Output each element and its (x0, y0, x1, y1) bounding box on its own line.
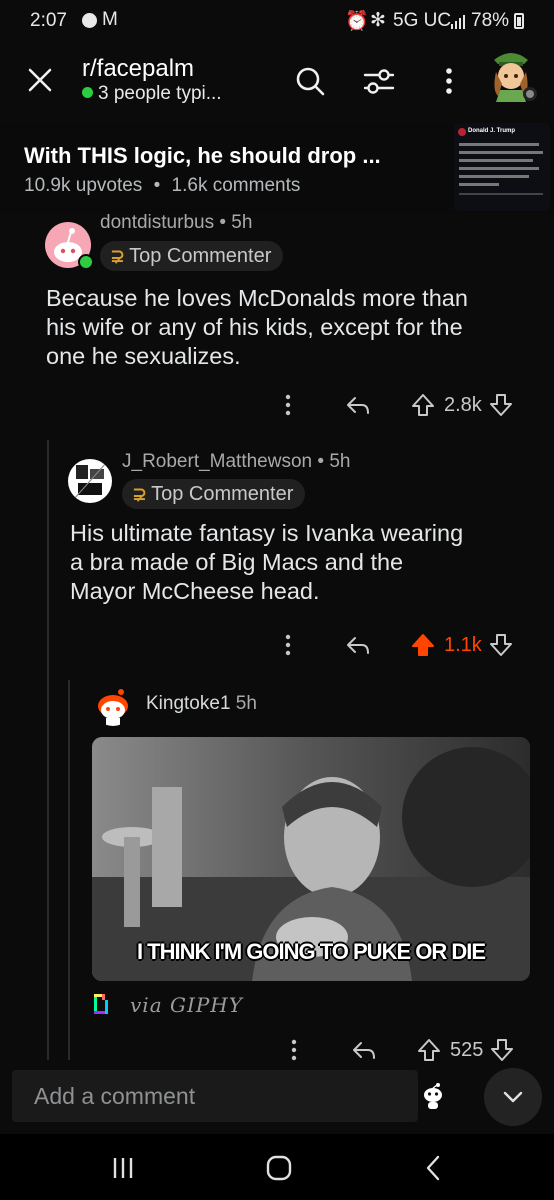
comment-count: 1.6k comments (171, 175, 301, 196)
comment-line: his wife or any of his kids, except for … (46, 314, 463, 340)
more-options-icon[interactable] (276, 631, 300, 659)
trophy-icon: ⊋ (132, 483, 148, 504)
comment-line: Mayor McCheese head. (70, 578, 320, 604)
manga-avatar-icon (73, 462, 107, 500)
thumb-text-line (459, 167, 539, 170)
bluetooth-icon: ✻ (370, 10, 386, 31)
username[interactable]: Kingtoke1 (146, 693, 231, 714)
comment-author[interactable]: dontdisturbus • 5h (100, 212, 252, 234)
network-label: 5G UC (393, 10, 452, 31)
vote-score: 2.8k (444, 393, 482, 416)
avatar[interactable] (68, 459, 112, 503)
snoo-avatar-icon (98, 689, 128, 726)
badge-label: Top Commenter (129, 244, 272, 267)
reply-icon[interactable] (344, 631, 372, 659)
top-commenter-badge: ⊋ Top Commenter (122, 479, 306, 509)
vote-score: 525 (450, 1038, 484, 1061)
reply-icon[interactable] (350, 1036, 378, 1064)
home-icon[interactable] (264, 1154, 294, 1182)
typing-indicator: 3 people typi... (82, 83, 222, 105)
thumb-text-line (459, 175, 529, 178)
post-stats: 10.9k upvotes • 1.6k comments (24, 175, 300, 197)
comment-age: • 5h (219, 212, 253, 233)
status-bar: 2:07 M ⏰ ✻ 5G UC 78% (0, 0, 554, 40)
gif-caption: I THINK I'M GOING TO PUKE OR DIE (136, 939, 486, 964)
post-thumbnail[interactable]: Donald J. Trump (454, 123, 550, 211)
add-comment-field[interactable]: Add a comment (12, 1070, 418, 1122)
badge-label: Top Commenter (151, 482, 294, 505)
scroll-down-button[interactable] (484, 1068, 542, 1126)
comment-age: • 5h (317, 451, 351, 472)
giphy-attribution: via GIPHY (130, 993, 243, 1017)
close-icon[interactable] (22, 62, 58, 98)
more-options-icon[interactable] (282, 1036, 306, 1064)
upvote-count: 10.9k upvotes (24, 175, 143, 196)
downvote-icon[interactable] (488, 631, 514, 659)
downvote-icon[interactable] (488, 391, 514, 419)
thumb-text-line (459, 143, 539, 146)
comment-placeholder: Add a comment (34, 1083, 196, 1109)
comment-line: one he sexualizes. (46, 343, 241, 369)
comment-actions: 525 (282, 1035, 515, 1065)
thumb-text-line (459, 151, 543, 154)
comment-body: His ultimate fantasy is Ivanka wearing a… (70, 519, 546, 606)
downvote-icon[interactable] (489, 1036, 515, 1064)
more-options-icon[interactable] (436, 63, 462, 99)
trophy-icon: ⊋ (110, 245, 126, 266)
thumb-author: Donald J. Trump (468, 128, 516, 134)
reply-icon[interactable] (344, 391, 372, 419)
comment-author[interactable]: Kingtoke1 5h (146, 693, 257, 715)
upvote-icon[interactable] (410, 391, 436, 419)
comment-line: a bra made of Big Macs and the (70, 549, 404, 575)
online-status-icon (78, 254, 94, 270)
signal-icon (451, 15, 465, 29)
thumb-text-line (459, 183, 499, 186)
more-options-icon[interactable] (276, 391, 300, 419)
chevron-down-icon (503, 1091, 523, 1103)
alarm-icon: ⏰ (345, 11, 369, 32)
filter-icon[interactable] (361, 63, 397, 99)
thumb-text-line (459, 159, 533, 162)
comment-line: Because he loves McDonalds more than (46, 285, 468, 311)
meta-separator: • (153, 175, 161, 196)
upvote-icon[interactable] (416, 1036, 442, 1064)
username[interactable]: J_Robert_Matthewson (122, 451, 312, 472)
thumb-divider (459, 193, 543, 195)
clock: 2:07 (30, 10, 67, 31)
avatar[interactable] (92, 684, 134, 726)
online-dot-icon (82, 87, 93, 98)
battery-percent: 78% (471, 10, 510, 31)
top-commenter-badge: ⊋ Top Commenter (100, 241, 284, 271)
comment-body: Because he loves McDonalds more than his… (46, 284, 546, 371)
comment-actions: 2.8k (276, 390, 514, 420)
post-title[interactable]: With THIS logic, he should drop ... (24, 143, 381, 169)
vote-score: 1.1k (444, 633, 482, 656)
comment-line: His ultimate fantasy is Ivanka wearing (70, 520, 464, 546)
snoo-emoji-icon[interactable] (418, 1081, 448, 1111)
thread-line (68, 680, 70, 1060)
subreddit-name[interactable]: r/facepalm (82, 55, 194, 83)
typing-text: 3 people typi... (98, 83, 222, 104)
gmail-icon: M (102, 9, 118, 30)
comment-actions: 1.1k (276, 630, 514, 660)
comment-age: 5h (235, 693, 257, 714)
giphy-icon (94, 994, 108, 1014)
back-icon[interactable] (422, 1154, 446, 1182)
upvote-active-icon[interactable] (410, 631, 436, 659)
system-nav-bar (0, 1134, 554, 1200)
search-icon[interactable] (292, 63, 328, 99)
notification-dot-icon (82, 13, 97, 28)
user-avatar[interactable] (482, 44, 540, 102)
comment-author[interactable]: J_Robert_Matthewson • 5h (122, 451, 350, 473)
username[interactable]: dontdisturbus (100, 212, 214, 233)
gif-media[interactable]: I THINK I'M GOING TO PUKE OR DIE (92, 737, 530, 981)
recent-apps-icon[interactable] (110, 1156, 136, 1180)
thread-line (47, 440, 49, 1060)
thumb-avatar (458, 128, 466, 136)
battery-icon (514, 13, 524, 29)
